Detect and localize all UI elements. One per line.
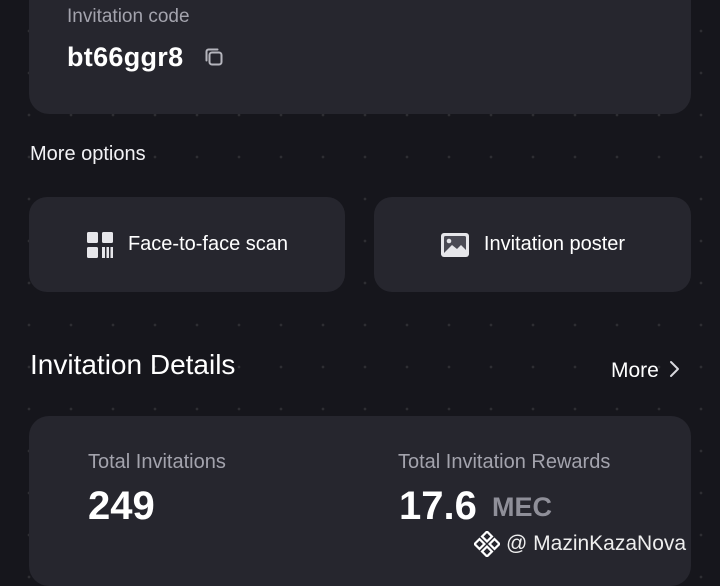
qr-code-icon	[86, 231, 114, 259]
total-rewards-label: Total Invitation Rewards	[398, 451, 611, 473]
image-icon	[440, 232, 470, 258]
more-link[interactable]: More	[611, 359, 681, 383]
invitation-details-title: Invitation Details	[30, 349, 236, 380]
total-rewards-value: 17.6	[399, 484, 477, 528]
more-options-title: More options	[30, 143, 146, 165]
watermark-text: @ MazinKazaNova	[506, 532, 687, 555]
more-link-label: More	[611, 359, 659, 382]
invitation-code-value: bt66ggr8	[67, 42, 184, 72]
invitation-poster-label: Invitation poster	[483, 233, 626, 255]
face-to-face-scan-label: Face-to-face scan	[127, 233, 289, 255]
binance-logo-icon	[474, 531, 500, 557]
copy-icon[interactable]	[203, 46, 225, 68]
total-invitations-value: 249	[88, 484, 155, 528]
total-rewards-unit: MEC	[492, 492, 552, 522]
watermark: @ MazinKazaNova	[474, 531, 686, 557]
face-to-face-scan-button[interactable]: Face-to-face scan	[29, 197, 345, 292]
invitation-code-label: Invitation code	[67, 6, 190, 27]
total-invitations-label: Total Invitations	[88, 451, 226, 473]
chevron-right-icon	[669, 360, 681, 383]
invitation-poster-button[interactable]: Invitation poster	[374, 197, 691, 292]
